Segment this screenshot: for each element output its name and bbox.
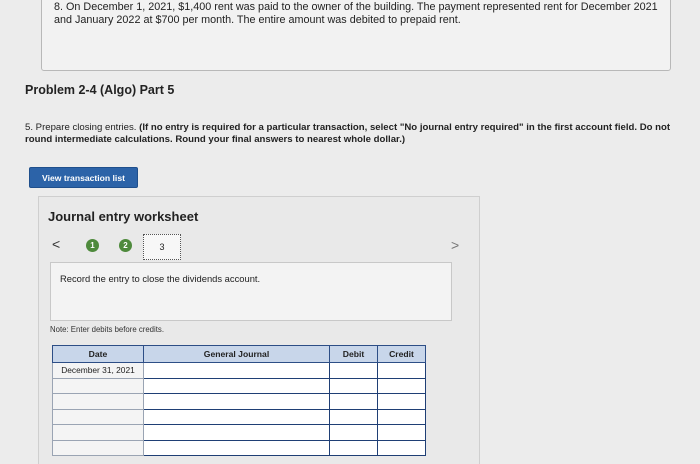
next-step-chevron-icon[interactable]: > xyxy=(451,237,459,253)
problem-instructions: 5. Prepare closing entries. (If no entry… xyxy=(25,122,685,146)
step-2-button[interactable]: 2 xyxy=(119,239,132,252)
credit-input[interactable] xyxy=(377,439,426,456)
debits-before-credits-note: Note: Enter debits before credits. xyxy=(50,325,164,334)
date-cell[interactable] xyxy=(52,393,144,410)
debit-input[interactable] xyxy=(329,393,378,410)
date-cell[interactable] xyxy=(52,439,144,456)
step-1-button[interactable]: 1 xyxy=(86,239,99,252)
account-input[interactable] xyxy=(143,408,330,425)
table-row xyxy=(52,439,426,456)
credit-column-header: Credit xyxy=(377,345,426,363)
date-cell[interactable] xyxy=(52,377,144,394)
table-row xyxy=(52,393,426,410)
question-8-text: 8. On December 1, 2021, $1,400 rent was … xyxy=(54,1,658,26)
table-row xyxy=(52,408,426,425)
date-cell[interactable] xyxy=(52,408,144,425)
account-input[interactable] xyxy=(143,439,330,456)
view-transaction-list-button[interactable]: View transaction list xyxy=(29,167,138,188)
debit-input[interactable] xyxy=(329,439,378,456)
date-column-header: Date xyxy=(52,345,144,363)
credit-input[interactable] xyxy=(377,424,426,441)
entry-instruction-text: Record the entry to close the dividends … xyxy=(60,273,261,284)
credit-input[interactable] xyxy=(377,377,426,394)
general-journal-column-header: General Journal xyxy=(143,345,330,363)
debit-input[interactable] xyxy=(329,424,378,441)
debit-input[interactable] xyxy=(329,408,378,425)
account-input[interactable] xyxy=(143,393,330,410)
debit-input[interactable] xyxy=(329,362,378,379)
entry-instruction-box xyxy=(50,262,452,321)
journal-table: Date General Journal Debit Credit Decemb… xyxy=(52,345,426,456)
date-cell[interactable]: December 31, 2021 xyxy=(52,362,144,379)
credit-input[interactable] xyxy=(377,393,426,410)
table-row xyxy=(52,424,426,441)
table-row: December 31, 2021 xyxy=(52,362,426,379)
previous-step-chevron-icon[interactable]: < xyxy=(52,236,60,252)
step-3-button-current[interactable]: 3 xyxy=(143,234,181,260)
account-input[interactable] xyxy=(143,362,330,379)
account-input[interactable] xyxy=(143,424,330,441)
credit-input[interactable] xyxy=(377,408,426,425)
instruction-main: 5. Prepare closing entries. xyxy=(25,122,140,133)
account-input[interactable] xyxy=(143,377,330,394)
debit-input[interactable] xyxy=(329,377,378,394)
date-cell[interactable] xyxy=(52,424,144,441)
table-row xyxy=(52,377,426,394)
credit-input[interactable] xyxy=(377,362,426,379)
problem-title: Problem 2-4 (Algo) Part 5 xyxy=(25,83,175,97)
worksheet-title: Journal entry worksheet xyxy=(48,209,199,224)
debit-column-header: Debit xyxy=(329,345,378,363)
